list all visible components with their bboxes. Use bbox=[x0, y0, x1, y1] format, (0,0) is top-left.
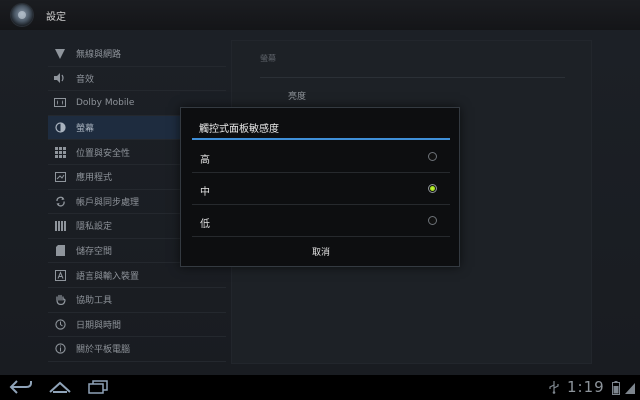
detail-header: 螢幕 bbox=[260, 54, 276, 63]
dialog-title-divider bbox=[192, 138, 450, 140]
option-medium[interactable]: 中 bbox=[192, 173, 450, 205]
usb-icon bbox=[548, 379, 560, 398]
grid-icon bbox=[54, 146, 66, 158]
back-button[interactable] bbox=[8, 378, 34, 396]
sidebar-item-sound[interactable]: 音效 bbox=[48, 67, 226, 92]
sidebar-item-label: 位置與安全性 bbox=[76, 148, 131, 159]
dialog-title: 觸控式面板敏感度 bbox=[199, 124, 279, 135]
action-bar: 設定 bbox=[0, 0, 640, 30]
sidebar-item-label: 隱私設定 bbox=[76, 222, 113, 233]
sidebar-item-about-tablet[interactable]: 關於平板電腦 bbox=[48, 337, 226, 362]
radio-button[interactable] bbox=[428, 216, 437, 225]
home-icon bbox=[49, 381, 71, 393]
hand-icon bbox=[54, 294, 66, 306]
clock-icon bbox=[54, 318, 66, 330]
back-icon bbox=[9, 380, 32, 394]
language-icon bbox=[54, 269, 66, 281]
app-title: 設定 bbox=[46, 12, 66, 23]
sidebar-item-label: 帳戶與同步處理 bbox=[76, 197, 140, 208]
status-clock[interactable]: 1:19 bbox=[567, 378, 605, 396]
storage-icon bbox=[54, 245, 66, 257]
sidebar-item-label: 日期與時間 bbox=[76, 320, 122, 331]
home-button[interactable] bbox=[47, 378, 73, 396]
sidebar-item-language-input[interactable]: 語言與輸入裝置 bbox=[48, 263, 226, 288]
sidebar-item-wireless[interactable]: 無線與網路 bbox=[48, 42, 226, 67]
apps-icon bbox=[54, 171, 66, 183]
sidebar-item-label: 語言與輸入裝置 bbox=[76, 271, 140, 282]
sidebar-item-label: 無線與網路 bbox=[76, 50, 122, 61]
sidebar-item-accessibility[interactable]: 協助工具 bbox=[48, 288, 226, 313]
system-bar: 1:19 bbox=[0, 375, 640, 400]
dolby-icon bbox=[54, 97, 66, 109]
wifi-icon bbox=[54, 48, 66, 60]
option-label: 高 bbox=[200, 155, 210, 166]
sidebar-item-label: 螢幕 bbox=[76, 124, 95, 135]
recent-apps-icon bbox=[88, 380, 108, 394]
sidebar-item-date-time[interactable]: 日期與時間 bbox=[48, 313, 226, 338]
option-high[interactable]: 高 bbox=[192, 141, 450, 173]
sidebar-item-label: 音效 bbox=[76, 74, 95, 85]
divider bbox=[260, 77, 565, 78]
radio-button-selected[interactable] bbox=[428, 184, 437, 193]
settings-app-icon[interactable] bbox=[11, 4, 33, 26]
option-label: 中 bbox=[200, 187, 210, 198]
sidebar-item-label: 儲存空間 bbox=[76, 247, 113, 258]
info-icon bbox=[54, 343, 66, 355]
battery-icon bbox=[612, 380, 620, 399]
brightness-icon bbox=[54, 122, 66, 134]
sidebar-item-label: Dolby Mobile bbox=[76, 97, 135, 108]
recent-apps-button[interactable] bbox=[86, 378, 110, 396]
brightness-setting[interactable]: 亮度 bbox=[288, 89, 306, 102]
speaker-icon bbox=[54, 72, 66, 84]
sidebar-item-label: 協助工具 bbox=[76, 296, 113, 307]
sync-icon bbox=[54, 195, 66, 207]
signal-icon bbox=[624, 380, 636, 399]
sidebar-item-label: 關於平板電腦 bbox=[76, 345, 131, 356]
privacy-icon bbox=[54, 220, 66, 232]
sidebar-item-label: 應用程式 bbox=[76, 173, 113, 184]
option-label: 低 bbox=[200, 219, 210, 230]
cancel-button[interactable]: 取消 bbox=[192, 238, 450, 264]
option-low[interactable]: 低 bbox=[192, 205, 450, 237]
touch-sensitivity-dialog: 觸控式面板敏感度 高 中 低 取消 bbox=[180, 107, 460, 267]
radio-button[interactable] bbox=[428, 152, 437, 161]
